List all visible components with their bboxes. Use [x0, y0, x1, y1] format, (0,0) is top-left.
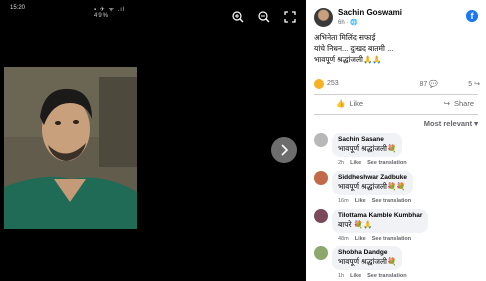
photo-post-screen: 15:20 ▪ ✈ ᯤ .ıl 49% Sachin Goswami 6h · …: [0, 0, 486, 281]
comment-time[interactable]: 2h: [338, 160, 344, 166]
see-translation-link[interactable]: See translation: [367, 160, 406, 166]
comment-bubble: Shobha Dandge भावपूर्ण श्रद्धांजली💐: [332, 246, 403, 270]
see-translation-link[interactable]: See translation: [372, 236, 411, 242]
comment-meta: 1h Like See translation: [338, 273, 407, 279]
like-button[interactable]: 👍 Like: [336, 99, 363, 108]
see-translation-link[interactable]: See translation: [367, 273, 406, 279]
commenter-name[interactable]: Tilottama Kamble Kumbhar: [338, 212, 422, 219]
zoom-out-icon[interactable]: [257, 10, 271, 24]
share-label: Share: [453, 99, 474, 108]
share-count-value: 5: [468, 81, 473, 88]
reaction-count[interactable]: 253: [327, 80, 339, 87]
share-button[interactable]: ↪ Share: [444, 99, 474, 108]
post-actions: 👍 Like ↪ Share: [314, 96, 478, 114]
post-details-panel: Sachin Goswami 6h · 🌐 f अभिनेता मिलिंद स…: [306, 0, 486, 281]
commenter-avatar[interactable]: [314, 133, 328, 147]
comment-bubble: Siddheshwar Zadbuke भावपूर्ण श्रद्धांजली…: [332, 171, 413, 195]
share-icon: ↪: [474, 81, 480, 88]
fullscreen-icon[interactable]: [283, 10, 297, 24]
commenter-avatar[interactable]: [314, 209, 328, 223]
viewer-controls: [231, 10, 297, 24]
post-text-line: अभिनेता मिलिंद सफाई: [314, 33, 376, 42]
comment-time[interactable]: 16m: [338, 198, 349, 204]
comment-text: बापरे 💐🙏: [338, 220, 373, 229]
divider: [314, 94, 478, 95]
comment-like-link[interactable]: Like: [350, 160, 361, 166]
commenter-name[interactable]: Sachin Sasane: [338, 136, 396, 143]
comment-icon: 💬: [429, 81, 438, 88]
commenter-name[interactable]: Siddheshwar Zadbuke: [338, 174, 407, 181]
post-text-line: यांचे निधन... दुःखद बातमी ...: [314, 44, 394, 53]
chevron-down-icon: ▾: [474, 119, 478, 128]
comment-time[interactable]: 48m: [338, 236, 349, 242]
globe-icon: 🌐: [350, 20, 358, 26]
comment-bubble: Tilottama Kamble Kumbhar बापरे 💐🙏: [332, 209, 429, 233]
comment-like-link[interactable]: Like: [355, 198, 366, 204]
post-time[interactable]: 6h: [338, 20, 345, 26]
like-label: Like: [349, 99, 364, 108]
comment-like-link[interactable]: Like: [355, 236, 366, 242]
author-name[interactable]: Sachin Goswami: [338, 8, 402, 17]
reactions-summary: 253 87 💬 5 ↪: [314, 79, 480, 91]
author-avatar[interactable]: [314, 8, 333, 27]
comment-count-value: 87: [419, 81, 428, 88]
post-text-line: भावपूर्ण श्रद्धांजली🙏🙏: [314, 55, 382, 64]
next-photo-button[interactable]: [271, 137, 297, 163]
comment-bubble: Sachin Sasane भावपूर्ण श्रद्धांजली💐: [332, 133, 403, 157]
comment-item: Sachin Sasane भावपूर्ण श्रद्धांजली💐 2h L…: [314, 133, 480, 167]
comment-text: भावपूर्ण श्रद्धांजली💐: [338, 144, 397, 153]
status-icons: ▪ ✈ ᯤ .ıl 49%: [94, 7, 126, 19]
status-bar: 15:20 ▪ ✈ ᯤ .ıl 49%: [10, 4, 128, 19]
post-photo[interactable]: [4, 67, 137, 229]
post-text: अभिनेता मिलिंद सफाई यांचे निधन... दुःखद …: [314, 32, 474, 65]
comment-count[interactable]: 87 💬: [420, 80, 438, 88]
post-header: Sachin Goswami 6h · 🌐 f: [314, 8, 480, 28]
sort-label: Most relevant: [423, 119, 473, 128]
see-translation-link[interactable]: See translation: [372, 198, 411, 204]
comment-item: Shobha Dandge भावपूर्ण श्रद्धांजली💐 1h L…: [314, 246, 480, 280]
commenter-avatar[interactable]: [314, 171, 328, 185]
zoom-in-icon[interactable]: [231, 10, 245, 24]
facebook-icon: f: [466, 10, 478, 22]
share-icon: ↪: [443, 99, 450, 108]
like-icon: 👍: [336, 99, 346, 108]
divider: [314, 114, 478, 115]
comment-item: Siddheshwar Zadbuke भावपूर्ण श्रद्धांजली…: [314, 171, 480, 205]
sad-reaction-icon[interactable]: [314, 79, 324, 89]
chevron-right-icon: [281, 144, 289, 156]
commenter-name[interactable]: Shobha Dandge: [338, 249, 396, 256]
status-time: 15:20: [10, 5, 26, 11]
comment-like-link[interactable]: Like: [350, 273, 361, 279]
comment-text: भावपूर्ण श्रद्धांजली💐: [338, 257, 397, 266]
comment-meta: 2h Like See translation: [338, 160, 407, 166]
commenter-avatar[interactable]: [314, 246, 328, 260]
comment-sort-dropdown[interactable]: Most relevant ▾: [424, 119, 478, 128]
photo-viewer: 15:20 ▪ ✈ ᯤ .ıl 49%: [0, 0, 306, 281]
comment-meta: 48m Like See translation: [338, 236, 411, 242]
comment-text: भावपूर्ण श्रद्धांजली💐💐: [338, 182, 406, 191]
comment-time[interactable]: 1h: [338, 273, 344, 279]
comment-item: Tilottama Kamble Kumbhar बापरे 💐🙏 48m Li…: [314, 209, 480, 243]
post-meta: 6h · 🌐: [338, 20, 358, 26]
comment-meta: 16m Like See translation: [338, 198, 411, 204]
share-count[interactable]: 5 ↪: [468, 80, 480, 88]
